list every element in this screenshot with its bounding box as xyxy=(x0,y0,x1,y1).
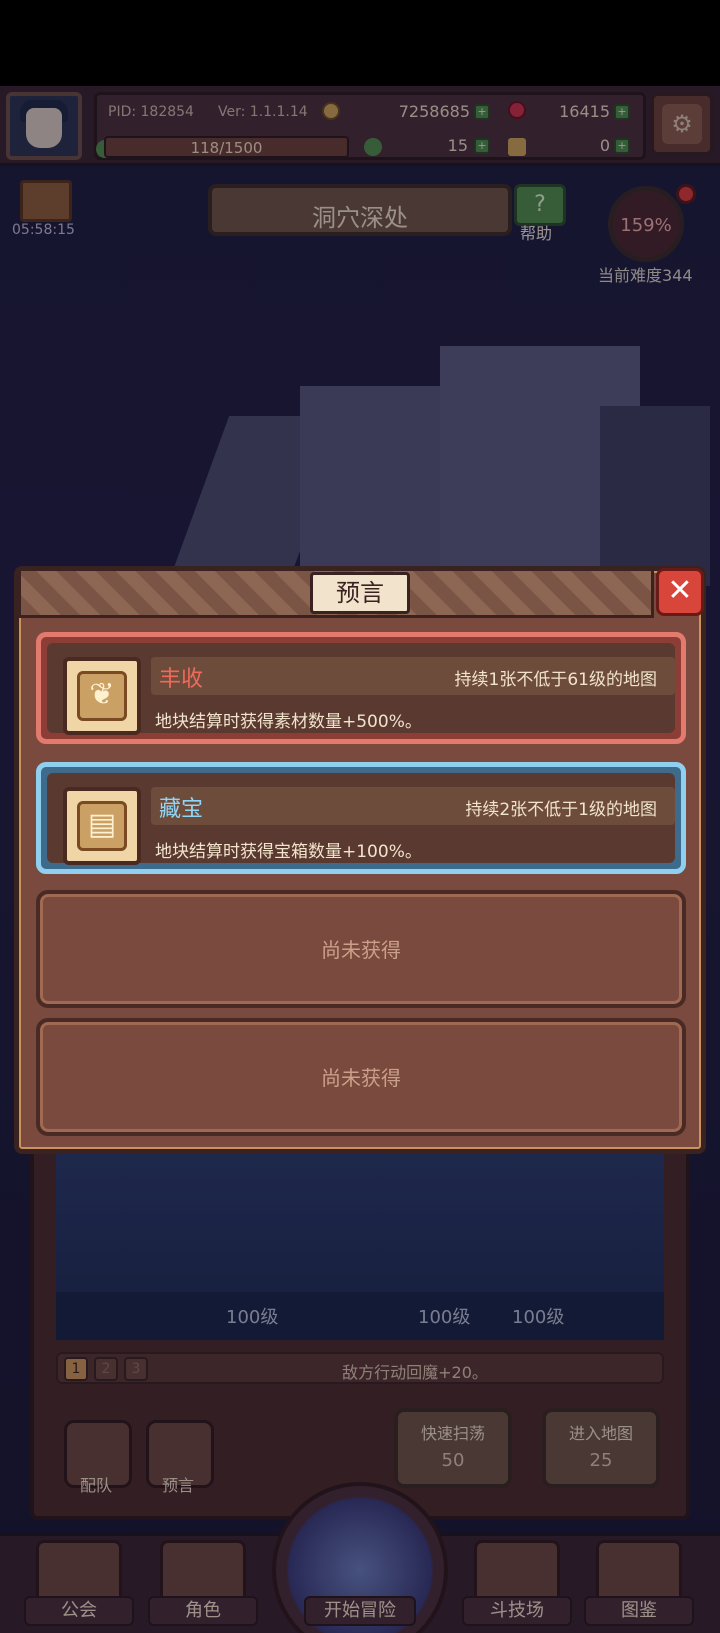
prophecy-card-harvest[interactable]: ❦ 丰收 持续1张不低于61级的地图 地块结算时获得素材数量+500%。 xyxy=(36,632,686,744)
status-bar xyxy=(0,0,720,86)
prophecy-card-treasure[interactable]: ▤ 藏宝 持续2张不低于1级的地图 地块结算时获得宝箱数量+100%。 xyxy=(36,762,686,874)
card-name: 藏宝 xyxy=(159,797,204,822)
scroll-icon: ▤ xyxy=(63,787,141,865)
card-name: 丰收 xyxy=(159,667,204,692)
card-duration: 持续1张不低于61级的地图 xyxy=(454,670,657,690)
card-duration: 持续2张不低于1级的地图 xyxy=(465,800,657,820)
empty-prophecy-slot: 尚未获得 xyxy=(36,1018,686,1136)
empty-slot-label: 尚未获得 xyxy=(321,1066,401,1090)
card-description: 地块结算时获得素材数量+500%。 xyxy=(155,712,422,732)
modal-title: 预言 xyxy=(310,572,410,614)
card-description: 地块结算时获得宝箱数量+100%。 xyxy=(155,842,422,862)
empty-prophecy-slot: 尚未获得 xyxy=(36,890,686,1008)
close-button[interactable]: ✕ xyxy=(656,568,704,616)
empty-slot-label: 尚未获得 xyxy=(321,938,401,962)
close-icon: ✕ xyxy=(667,573,693,608)
wheat-icon: ❦ xyxy=(63,657,141,735)
